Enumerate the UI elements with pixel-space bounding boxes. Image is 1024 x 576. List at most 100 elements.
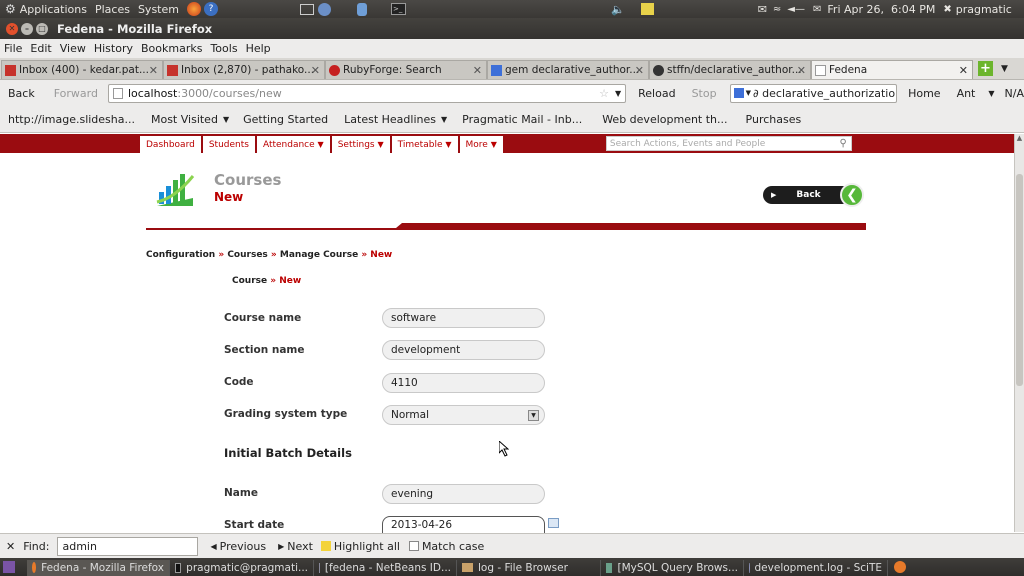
menu-file[interactable]: File <box>4 42 22 55</box>
back-nav-button[interactable]: Back <box>8 87 35 100</box>
tab-inbox-1[interactable]: Inbox (400) - kedar.pat... ✕ <box>1 60 163 79</box>
close-find-icon[interactable]: ✕ <box>6 540 15 553</box>
notes-icon[interactable] <box>640 3 654 15</box>
reload-button[interactable]: Reload <box>638 87 675 100</box>
breadcrumb-configuration[interactable]: Configuration <box>146 250 215 260</box>
start-date-input[interactable]: 2013-04-26 <box>382 516 545 533</box>
tab-github[interactable]: stffn/declarative_author... ✕ <box>649 60 811 79</box>
task-firefox[interactable]: Fedena - Mozilla Firefox <box>27 559 170 576</box>
task-file-browser[interactable]: log - File Browser <box>457 559 601 576</box>
page-scrollbar[interactable]: ▲ <box>1014 134 1024 532</box>
close-window-icon[interactable]: ✕ <box>6 22 18 35</box>
network-launcher-icon[interactable] <box>317 2 331 16</box>
find-previous-button[interactable]: Previous <box>220 540 267 553</box>
bookmark-purchases[interactable]: Purchases <box>746 113 802 126</box>
url-bar[interactable]: localhost :3000/courses/new ☆ ▼ <box>107 83 627 103</box>
maximize-window-icon[interactable]: □ <box>36 22 48 35</box>
breadcrumb-manage-course[interactable]: Manage Course <box>280 250 358 260</box>
nav-timetable[interactable]: Timetable ▼ <box>391 136 458 153</box>
nav-attendance[interactable]: Attendance ▼ <box>256 136 330 153</box>
menu-history[interactable]: History <box>94 42 133 55</box>
na-button[interactable]: N/A <box>1005 87 1024 100</box>
mail-indicator-icon[interactable]: ✉ <box>758 3 767 16</box>
menu-tools[interactable]: Tools <box>210 42 237 55</box>
close-tab-icon[interactable]: ✕ <box>149 64 158 77</box>
nav-settings[interactable]: Settings ▼ <box>331 136 390 153</box>
wifi-icon[interactable]: ≈ <box>773 4 781 15</box>
tab-gem-search[interactable]: gem declarative_author... ✕ <box>487 60 649 79</box>
course-name-input[interactable]: software <box>382 308 545 328</box>
close-tab-icon[interactable]: ✕ <box>311 64 320 77</box>
task-mysql[interactable]: [MySQL Query Brows... <box>601 559 744 576</box>
forward-nav-button[interactable]: Forward <box>54 87 98 100</box>
match-case-label[interactable]: Match case <box>422 540 484 553</box>
tab-list-icon[interactable]: ▼ <box>1001 64 1008 74</box>
scrollbar-up-icon[interactable]: ▲ <box>1015 134 1024 144</box>
nav-more[interactable]: More ▼ <box>459 136 503 153</box>
url-dropdown-icon[interactable]: ▼ <box>615 89 621 98</box>
task-terminal[interactable]: pragmatic@pragmati... <box>170 559 314 576</box>
tab-inbox-2[interactable]: Inbox (2,870) - pathako... ✕ <box>163 60 325 79</box>
bookmark-getting-started[interactable]: Getting Started <box>243 113 328 126</box>
site-search-box[interactable]: Search Actions, Events and People ⚲ <box>605 136 852 151</box>
back-arrow-icon[interactable]: ❮ <box>840 183 864 207</box>
ant-button[interactable]: Ant <box>957 87 976 100</box>
search-engine-dropdown-icon[interactable]: ▼ <box>746 89 751 97</box>
menu-help[interactable]: Help <box>246 42 271 55</box>
bookmark-most-visited[interactable]: Most Visited <box>151 113 218 126</box>
find-input[interactable]: admin <box>57 536 199 556</box>
batch-name-input[interactable]: evening <box>382 484 545 504</box>
close-tab-icon[interactable]: ✕ <box>473 64 482 77</box>
bookmark-web-development[interactable]: Web development th... <box>602 113 727 126</box>
terminal-launcher-icon[interactable]: >_ <box>390 3 406 15</box>
bookmark-slideshare[interactable]: http://image.slidesha... <box>8 113 135 126</box>
close-tab-icon[interactable]: ✕ <box>797 64 806 77</box>
task-scite[interactable]: development.log - SciTE <box>744 559 888 576</box>
close-tab-icon[interactable]: ✕ <box>959 64 968 77</box>
minimize-window-icon[interactable]: – <box>21 22 33 35</box>
bookmark-latest-headlines[interactable]: Latest Headlines <box>344 113 436 126</box>
new-tab-icon[interactable]: + <box>978 61 993 76</box>
menu-bookmarks[interactable]: Bookmarks <box>141 42 202 55</box>
menu-edit[interactable]: Edit <box>30 42 51 55</box>
panel-menu-system[interactable]: System <box>138 3 179 16</box>
find-next-button[interactable]: Next <box>287 540 313 553</box>
panel-menu-places[interactable]: Places <box>95 3 130 16</box>
home-button[interactable]: Home <box>908 87 940 100</box>
code-input[interactable]: 4110 <box>382 373 545 393</box>
back-button[interactable]: ▶ Back <box>763 186 851 204</box>
ubuntu-logo-icon[interactable]: ⚙ <box>5 2 16 16</box>
highlight-all-button[interactable]: Highlight all <box>334 540 400 553</box>
section-name-input[interactable]: development <box>382 340 545 360</box>
panel-menu-applications[interactable]: Applications <box>20 3 87 16</box>
volume-icon[interactable]: 🔈 <box>611 3 625 16</box>
bookmark-pragmatic-mail[interactable]: Pragmatic Mail - Inb... <box>462 113 582 126</box>
show-desktop-icon[interactable] <box>3 561 15 573</box>
breadcrumb-courses[interactable]: Courses <box>227 250 267 260</box>
tab-fedena[interactable]: Fedena ✕ <box>811 60 973 79</box>
panel-clock[interactable]: Fri Apr 26, 6:04 PM <box>827 3 935 16</box>
firefox-tray-icon[interactable] <box>894 561 906 573</box>
task-label: log - File Browser <box>478 561 568 574</box>
database-launcher-icon[interactable] <box>356 2 367 16</box>
close-tab-icon[interactable]: ✕ <box>635 64 644 77</box>
calendar-icon[interactable] <box>548 518 559 528</box>
stop-button[interactable]: Stop <box>692 87 717 100</box>
task-netbeans[interactable]: [fedena - NetBeans ID... <box>314 559 457 576</box>
search-icon[interactable]: ⚲ <box>840 138 847 149</box>
help-launcher-icon[interactable]: ? <box>203 2 218 16</box>
ant-dropdown-icon[interactable]: ▼ <box>988 89 994 98</box>
grading-system-select[interactable]: Normal ▼ <box>382 405 545 425</box>
nav-dashboard[interactable]: Dashboard <box>140 136 201 153</box>
search-bar[interactable]: ▼ ∂ declarative_authorization <box>729 83 898 103</box>
monitor-icon[interactable] <box>299 3 314 15</box>
match-case-checkbox[interactable] <box>408 541 419 551</box>
panel-username[interactable]: pragmatic <box>956 3 1012 16</box>
nav-students[interactable]: Students <box>202 136 255 153</box>
scrollbar-thumb[interactable] <box>1016 174 1023 386</box>
speaker-icon[interactable]: ◄— <box>787 4 805 15</box>
tab-rubyforge[interactable]: RubyForge: Search ✕ <box>325 60 487 79</box>
firefox-launcher-icon[interactable] <box>186 2 201 16</box>
bookmark-star-icon[interactable]: ☆ <box>599 87 609 100</box>
menu-view[interactable]: View <box>60 42 86 55</box>
